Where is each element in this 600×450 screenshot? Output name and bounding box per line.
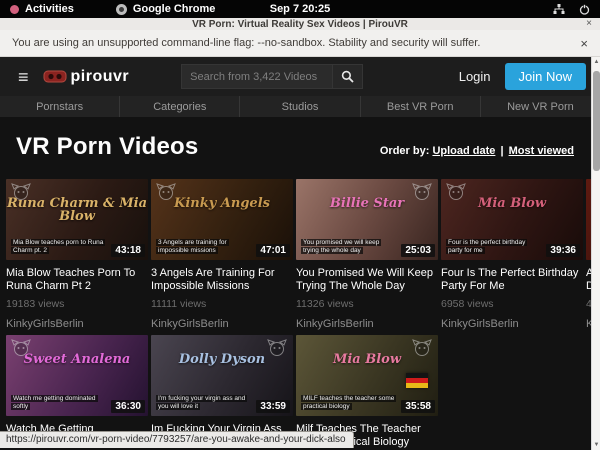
clock[interactable]: Sep 7 20:25 bbox=[270, 3, 331, 15]
search-icon bbox=[341, 70, 354, 83]
nav-item-categories[interactable]: Categories bbox=[120, 96, 240, 117]
order-by-upload-date-link[interactable]: Upload date bbox=[432, 145, 495, 157]
video-card[interactable]: Billie Star You promised we will keep tr… bbox=[296, 179, 438, 330]
thumbnail-caption: Watch me getting dominated softly bbox=[11, 395, 106, 411]
video-card[interactable]: Mia Blow Four is the perfect birthday pa… bbox=[441, 179, 583, 330]
thumbnail-performer-name: Sweet Analena bbox=[6, 353, 148, 367]
nav-item-studios[interactable]: Studios bbox=[240, 96, 360, 117]
video-thumbnail[interactable]: Runa Charm & Mia Blow Mia Blow teaches p… bbox=[6, 179, 148, 260]
video-views: 11326 views bbox=[296, 298, 438, 310]
site-header: ≡ pirouvr Login Join Now bbox=[0, 57, 600, 96]
thumbnail-performer-name: Billie Star bbox=[296, 197, 438, 211]
video-thumbnail[interactable]: Dolly Dyson I'm fucking your virgin ass … bbox=[151, 335, 293, 416]
warning-close-icon[interactable]: × bbox=[580, 36, 588, 51]
site-logo[interactable]: pirouvr bbox=[43, 68, 130, 86]
activities-indicator-icon bbox=[10, 5, 19, 14]
thumbnail-performer-name: Mia Blow bbox=[296, 353, 438, 367]
video-studio-link[interactable]: KinkyGirlsBerlin bbox=[296, 318, 438, 330]
thumbnail-performer-name: Mia Blow bbox=[441, 197, 583, 211]
thumbnail-caption: 3 Angels are training for impossible mis… bbox=[156, 239, 251, 255]
thumbnail-performer-name: Runa Charm & Mia Blow bbox=[6, 197, 148, 224]
video-views: 11111 views bbox=[151, 298, 293, 310]
thumbnail-caption: Mia Blow teaches porn to Runa Charm pt. … bbox=[11, 239, 106, 255]
order-by-label: Order by: bbox=[380, 145, 430, 157]
network-icon[interactable] bbox=[553, 4, 565, 15]
scrollbar-thumb[interactable] bbox=[593, 71, 600, 171]
video-studio-link[interactable]: KinkyGirlsBerlin bbox=[6, 318, 148, 330]
window-title: VR Porn: Virtual Reality Sex Videos | Pi… bbox=[0, 19, 600, 30]
video-title[interactable]: Four Is The Perfect Birthday Party For M… bbox=[441, 267, 583, 293]
thumbnail-performer-name: Dolly Dyson bbox=[151, 353, 293, 367]
window-title-bar: VR Porn: Virtual Reality Sex Videos | Pi… bbox=[0, 18, 600, 30]
page-scrollbar[interactable]: ▲ ▼ bbox=[591, 57, 600, 450]
join-now-button[interactable]: Join Now bbox=[505, 63, 586, 90]
search-input[interactable] bbox=[181, 64, 333, 89]
thumbnail-caption: MILF teaches the teacher some practical … bbox=[301, 395, 396, 411]
video-thumbnail[interactable]: Billie Star You promised we will keep tr… bbox=[296, 179, 438, 260]
activities-button[interactable]: Activities bbox=[25, 3, 74, 15]
scrollbar-up-icon[interactable]: ▲ bbox=[592, 59, 600, 65]
page-title: VR Porn Videos bbox=[16, 133, 198, 161]
video-grid: Runa Charm & Mia Blow Mia Blow teaches p… bbox=[0, 161, 600, 450]
nav-item-pornstars[interactable]: Pornstars bbox=[0, 96, 120, 117]
chrome-app-icon bbox=[116, 4, 127, 15]
window-close-icon[interactable]: × bbox=[586, 18, 592, 30]
thumbnail-caption: I'm fucking your virgin ass and you will… bbox=[156, 395, 251, 411]
video-title[interactable]: Mia Blow Teaches Porn To Runa Charm Pt 2 bbox=[6, 267, 148, 293]
duration-badge: 47:01 bbox=[256, 244, 290, 257]
vr-goggles-icon bbox=[43, 70, 67, 84]
german-flag-icon bbox=[406, 373, 428, 388]
video-card[interactable]: Kinky Angels 3 Angels are training for i… bbox=[151, 179, 293, 330]
order-by-controls: Order by: Upload date | Most viewed bbox=[380, 145, 584, 157]
order-by-most-viewed-link[interactable]: Most viewed bbox=[509, 145, 574, 157]
warning-text: You are using an unsupported command-lin… bbox=[12, 37, 480, 49]
video-thumbnail[interactable]: Sweet Analena Watch me getting dominated… bbox=[6, 335, 148, 416]
video-studio-link[interactable]: KinkyGirlsBerlin bbox=[441, 318, 583, 330]
hamburger-menu-icon[interactable]: ≡ bbox=[14, 68, 33, 86]
nav-item-best-vr-porn[interactable]: Best VR Porn bbox=[361, 96, 481, 117]
video-studio-link[interactable]: KinkyGirlsBerlin bbox=[151, 318, 293, 330]
system-top-bar: Activities Google Chrome Sep 7 20:25 bbox=[0, 0, 600, 18]
main-nav: Pornstars Categories Studios Best VR Por… bbox=[0, 96, 600, 117]
video-thumbnail[interactable]: Kinky Angels 3 Angels are training for i… bbox=[151, 179, 293, 260]
search-bar bbox=[181, 64, 363, 89]
duration-badge: 35:58 bbox=[401, 400, 435, 413]
page-header: VR Porn Videos Order by: Upload date | M… bbox=[0, 117, 600, 161]
duration-badge: 43:18 bbox=[111, 244, 145, 257]
duration-badge: 36:30 bbox=[111, 400, 145, 413]
thumbnail-caption: Four is the perfect birthday party for m… bbox=[446, 239, 541, 255]
order-by-separator: | bbox=[498, 145, 505, 157]
nav-item-new-vr-porn[interactable]: New VR Porn bbox=[481, 96, 600, 117]
video-title[interactable]: You Promised We Will Keep Trying The Who… bbox=[296, 267, 438, 293]
duration-badge: 25:03 bbox=[401, 244, 435, 257]
link-status-bubble: https://pirouvr.com/vr-porn-video/779325… bbox=[0, 431, 354, 448]
thumbnail-performer-name: Kinky Angels bbox=[151, 197, 293, 211]
scrollbar-down-icon[interactable]: ▼ bbox=[592, 442, 600, 448]
video-thumbnail[interactable]: Mia Blow Four is the perfect birthday pa… bbox=[441, 179, 583, 260]
video-views: 19183 views bbox=[6, 298, 148, 310]
chrome-warning-bar: You are using an unsupported command-lin… bbox=[0, 30, 600, 57]
search-button[interactable] bbox=[333, 64, 363, 89]
video-views: 6958 views bbox=[441, 298, 583, 310]
power-icon[interactable] bbox=[579, 4, 590, 15]
video-card[interactable]: Runa Charm & Mia Blow Mia Blow teaches p… bbox=[6, 179, 148, 330]
site-logo-text: pirouvr bbox=[71, 68, 130, 86]
duration-badge: 33:59 bbox=[256, 400, 290, 413]
app-menu-button[interactable]: Google Chrome bbox=[133, 3, 216, 15]
duration-badge: 39:36 bbox=[546, 244, 580, 257]
thumbnail-caption: You promised we will keep trying the who… bbox=[301, 239, 396, 255]
video-thumbnail[interactable]: Mia Blow MILF teaches the teacher some p… bbox=[296, 335, 438, 416]
login-link[interactable]: Login bbox=[459, 69, 491, 84]
video-title[interactable]: 3 Angels Are Training For Impossible Mis… bbox=[151, 267, 293, 293]
